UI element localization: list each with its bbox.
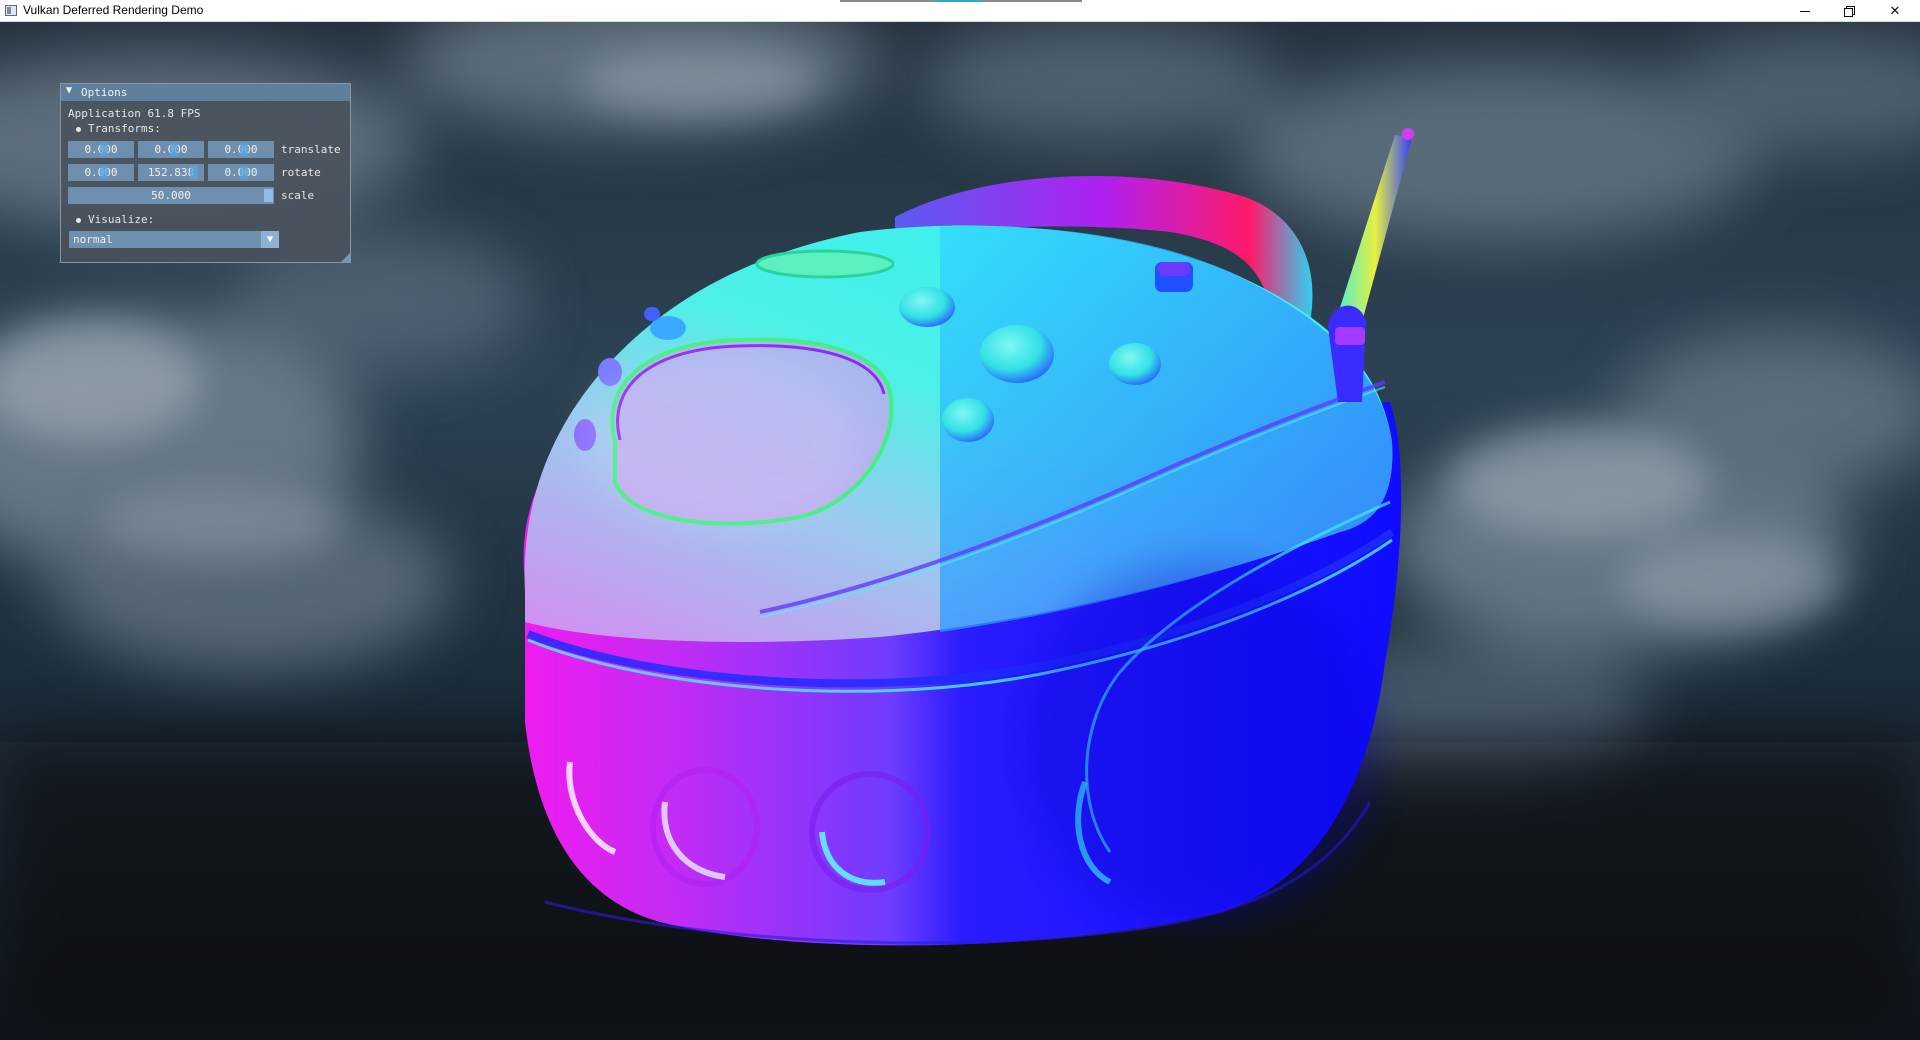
scale-slider[interactable]: 50.000 [68,187,274,204]
visualize-dropdown[interactable]: normal ▼ [69,231,279,248]
rotate-z-field[interactable]: 0.000 [208,164,274,181]
window-title: Vulkan Deferred Rendering Demo [23,3,204,17]
scale-value: 50.000 [151,189,191,202]
rotate-y-field[interactable]: 152.838 [138,164,204,181]
visualize-label: Visualize: [88,213,155,226]
options-header[interactable]: ▼ Options [61,84,350,101]
collapse-arrow-icon[interactable]: ▼ [66,85,72,96]
text-cursor [190,166,198,179]
scale-label: scale [281,189,315,202]
title-bar[interactable]: Vulkan Deferred Rendering Demo ✕ [0,0,1920,22]
text-cursor [240,143,248,156]
snap-indicator [840,0,1082,2]
text-cursor [100,166,108,179]
close-icon: ✕ [1889,3,1901,19]
options-panel[interactable]: ▼ Options Application 61.8 FPS Transform… [60,83,351,263]
rotate-y-value: 152.838 [147,166,195,179]
translate-x-field[interactable]: 0.000 [68,141,134,158]
resize-grip-icon[interactable] [341,253,350,262]
restore-button[interactable] [1826,0,1872,22]
close-button[interactable]: ✕ [1872,0,1918,22]
snap-indicator-accent [936,0,982,2]
fps-readout: Application 61.8 FPS [68,107,201,120]
restore-icon [1844,6,1855,17]
minimize-button[interactable] [1782,0,1828,22]
minimize-icon [1800,10,1810,12]
text-cursor [170,143,178,156]
rotate-x-field[interactable]: 0.000 [68,164,134,181]
options-title: Options [81,86,128,99]
bullet-icon [76,218,81,223]
chevron-down-icon[interactable]: ▼ [261,231,279,248]
transforms-label: Transforms: [88,122,161,135]
translate-z-field[interactable]: 0.000 [208,141,274,158]
text-cursor [100,143,108,156]
slider-grab-handle[interactable] [264,189,273,202]
text-cursor [240,166,248,179]
translate-label: translate [281,143,341,156]
render-viewport[interactable]: ▼ Options Application 61.8 FPS Transform… [0,22,1920,1040]
rotate-label: rotate [281,166,321,179]
translate-y-field[interactable]: 0.000 [138,141,204,158]
bullet-icon [76,127,81,132]
visualize-selected-value: normal [73,233,113,246]
app-icon [5,5,17,16]
